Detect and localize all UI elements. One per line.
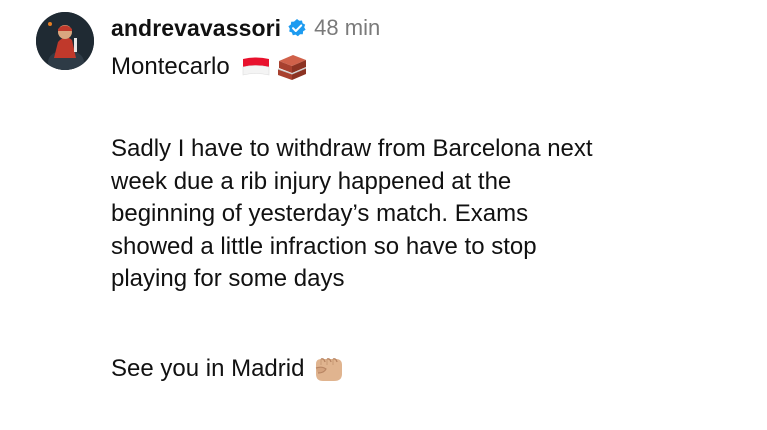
body-line: Sadly I have to withdraw from Barcelona … xyxy=(111,135,593,162)
story-post: andrevavassori 48 min Montecarlo Sadly I… xyxy=(0,0,767,430)
post-timestamp: 48 min xyxy=(314,15,381,40)
body-line: playing for some days xyxy=(111,265,345,292)
username[interactable]: andrevavassori xyxy=(111,15,281,42)
fist-bump-icon xyxy=(312,354,344,384)
avatar[interactable] xyxy=(36,12,94,70)
post-body: Sadly I have to withdraw from Barcelona … xyxy=(111,133,751,296)
body-line: week due a rib injury happened at the xyxy=(111,167,512,195)
body-line: showed a little infraction so have to st… xyxy=(111,232,537,260)
signoff-line: See you in Madrid xyxy=(111,352,344,386)
post-header: andrevavassori 48 min xyxy=(111,12,380,44)
monaco-flag-icon xyxy=(242,57,270,77)
location-text: Montecarlo xyxy=(111,53,230,80)
body-line: beginning of yesterday’s match. Exams xyxy=(111,200,529,227)
verified-badge-icon xyxy=(287,18,307,38)
brick-icon xyxy=(276,53,308,81)
location-line: Montecarlo xyxy=(111,50,308,84)
avatar-image xyxy=(36,12,94,70)
signoff-text: See you in Madrid xyxy=(111,355,305,382)
